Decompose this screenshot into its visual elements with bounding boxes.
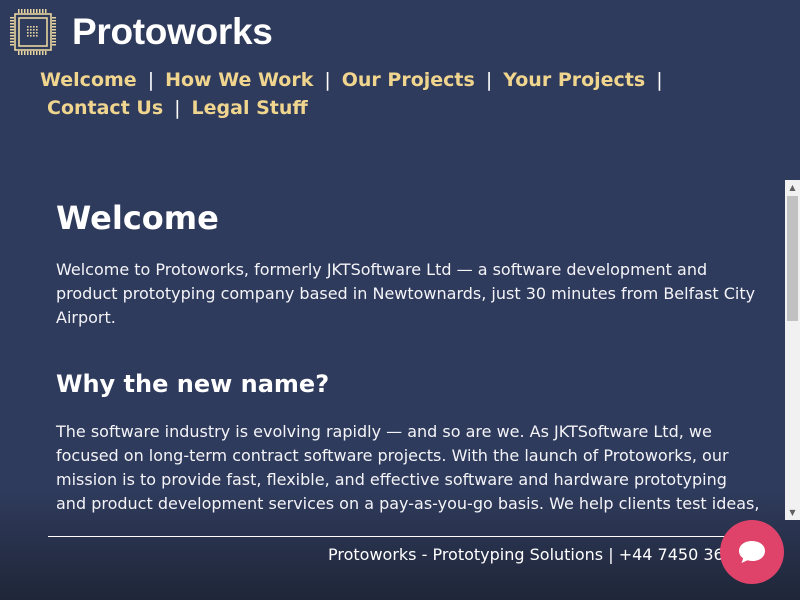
- nav-link-legal-stuff[interactable]: Legal Stuff: [192, 97, 308, 119]
- footer-divider: [48, 536, 752, 537]
- page-title: Welcome: [56, 199, 219, 237]
- scrollbar-thumb[interactable]: [787, 196, 798, 321]
- nav-link-welcome[interactable]: Welcome: [40, 69, 137, 91]
- logo[interactable]: Protoworks: [8, 8, 273, 56]
- nav-row: Welcome | How We Work | Our Projects | Your Pr…: [40, 66, 740, 94]
- nav-separator: |: [324, 69, 331, 91]
- chat-button[interactable]: [720, 520, 784, 584]
- footer-text: Protoworks - Prototyping Solutions | +44…: [328, 545, 724, 564]
- nav-link-our-projects[interactable]: Our Projects: [342, 69, 475, 91]
- nav-link-how-we-work[interactable]: How We Work: [165, 69, 313, 91]
- nav-link-contact-us[interactable]: Contact Us: [47, 97, 163, 119]
- chip-icon: [10, 9, 56, 55]
- nav-link-your-projects[interactable]: Your Projects: [503, 69, 645, 91]
- nav-separator: |: [485, 69, 493, 91]
- nav-separator: |: [147, 69, 155, 91]
- nav-row: Contact Us | Legal Stuff: [40, 94, 740, 122]
- brand-name: Protoworks: [72, 11, 273, 52]
- content-scrollbar[interactable]: ▲ ▼: [785, 180, 800, 520]
- nav-separator: |: [656, 69, 663, 91]
- nav-separator: |: [174, 97, 181, 119]
- body-paragraph: The software industry is evolving rapidl…: [56, 422, 760, 513]
- main-content: Welcome Welcome to Protoworks, formerly …: [0, 180, 785, 520]
- chat-bubble-icon: [739, 541, 765, 563]
- scroll-down-arrow-icon[interactable]: ▼: [785, 505, 800, 520]
- section-heading: Why the new name?: [56, 370, 330, 398]
- site-header: Protoworks Welcome | How We Work | Our Proje…: [0, 0, 800, 130]
- main-nav: Welcome | How We Work | Our Projects | Your Pr…: [40, 66, 740, 122]
- scroll-up-arrow-icon[interactable]: ▲: [785, 180, 800, 195]
- intro-paragraph: Welcome to Protoworks, formerly JKTSoftw…: [56, 260, 756, 327]
